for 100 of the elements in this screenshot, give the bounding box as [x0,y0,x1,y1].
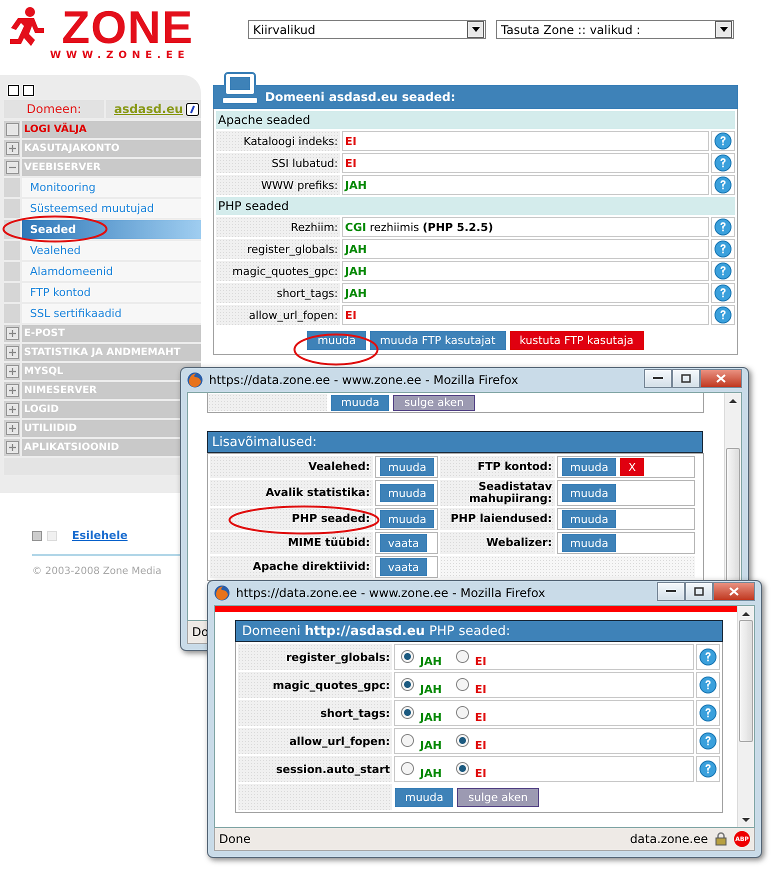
action-button[interactable]: muuda [380,458,434,476]
help-icon[interactable] [699,676,717,694]
scrollbar-thumb[interactable] [739,620,753,742]
action-button[interactable]: sulge aken [393,394,475,410]
copyright-text: © 2003-2008 Zone Media [32,566,163,577]
maximize-panel-icon[interactable] [23,85,34,96]
radio-button[interactable] [456,734,469,746]
home-link[interactable]: Esilehele [72,529,128,542]
expand-icon[interactable] [6,422,18,435]
help-icon[interactable] [714,154,732,172]
action-button[interactable]: muuda [562,510,616,528]
expand-icon[interactable] [6,346,18,359]
radio-label: JAH [420,766,442,780]
domain-link[interactable]: asdasd.eu [114,102,183,116]
action-button[interactable]: muuda [380,510,434,528]
square-icon [32,530,42,540]
maximize-button[interactable] [685,582,713,600]
option-label: FTP kontod: [440,456,555,478]
close-button[interactable] [713,582,755,600]
radio-button[interactable] [401,650,414,662]
sidebar-item[interactable]: Alamdomeenid [22,262,201,281]
expand-icon[interactable] [6,365,18,378]
expand-icon[interactable] [6,327,18,340]
action-button[interactable]: muuda [395,788,454,806]
setting-value: EI [342,153,709,173]
action-button[interactable]: muuda [562,458,616,476]
radio-label: EI [474,710,486,724]
setting-label: WWW prefiks: [216,175,340,195]
dropdown-arrow-icon [472,27,480,32]
expand-icon[interactable] [6,403,18,416]
radio-label: JAH [420,654,442,668]
setting-label: magic_quotes_gpc: [216,261,340,281]
action-button[interactable]: muuda [380,484,434,502]
square-icon [47,530,57,540]
section-title: Domeeni http://asdasd.eu PHP seaded: [242,624,510,638]
close-icon [716,374,726,382]
action-button[interactable]: muuda FTP kasutajat [370,331,506,350]
maximize-button[interactable] [672,368,700,388]
radio-button[interactable] [401,678,414,690]
help-icon[interactable] [699,760,717,778]
help-icon[interactable] [699,704,717,722]
edit-icon[interactable] [186,102,199,116]
radio-button[interactable] [401,734,414,746]
radio-button[interactable] [401,762,414,774]
setting-value: CGI rezhiimis (PHP 5.2.5) [342,217,709,237]
setting-value: EI [342,131,709,151]
help-icon[interactable] [714,262,732,280]
help-icon[interactable] [699,732,717,750]
collapse-icon[interactable] [6,161,18,174]
expand-icon[interactable] [6,441,18,454]
setting-value: EI [342,305,709,325]
window-title: https://data.zone.ee - www.zone.ee - Mozilla Firefox [236,586,546,600]
radio-label: JAH [420,738,442,752]
radio-button[interactable] [456,706,469,718]
section-title: Domeeni asdasd.eu seaded: [265,90,456,104]
radio-label: JAH [420,682,442,696]
sidebar-item[interactable]: Seaded [22,220,201,239]
help-icon[interactable] [714,132,732,150]
minimize-button[interactable] [644,368,672,388]
action-button[interactable]: muuda [562,484,616,502]
radio-button[interactable] [401,706,414,718]
radio-button[interactable] [456,678,469,690]
option-label: PHP seaded: [210,508,373,530]
close-button[interactable] [700,368,742,388]
help-icon[interactable] [714,176,732,194]
help-icon[interactable] [699,648,717,666]
logo-url: WWW.ZONE.EE [50,50,190,61]
setting-label: short_tags: [238,700,392,726]
action-button[interactable]: X [620,458,644,476]
help-icon[interactable] [714,306,732,324]
help-icon[interactable] [714,284,732,302]
expand-icon[interactable] [6,384,18,397]
action-button[interactable]: muuda [562,534,616,552]
action-button[interactable]: muuda [331,394,390,410]
help-icon[interactable] [714,240,732,258]
minimize-icon [666,589,676,593]
action-button[interactable]: sulge aken [457,788,539,806]
action-button[interactable]: kustuta FTP kasutaja [510,331,644,350]
sidebar-item[interactable]: SSL sertifikaadid [22,304,201,323]
radio-label: EI [474,654,486,668]
sidebar-item[interactable]: Monitooring [22,178,201,197]
radio-button[interactable] [456,650,469,662]
sidebar-item[interactable]: Vealehed [22,241,201,260]
dropdown[interactable]: Tasuta Zone :: valikud : [496,20,734,39]
radio-button[interactable] [456,762,469,774]
sidebar-item[interactable]: Süsteemsed muutujad [22,199,201,218]
sidebar-item[interactable]: FTP kontod [22,283,201,302]
radio-label: EI [474,738,486,752]
maximize-icon [681,374,691,382]
setting-value: JAH [342,261,709,281]
setting-label: allow_url_fopen: [238,728,392,754]
help-icon[interactable] [714,218,732,236]
action-button[interactable]: vaata [380,534,428,552]
expand-icon[interactable] [6,142,18,155]
option-label: MIME tüübid: [210,532,373,554]
dropdown[interactable]: Kiirvalikud [248,20,486,39]
sidebar-section[interactable]: LOGI VÄLJA [22,121,201,138]
action-button[interactable]: vaata [380,558,428,576]
minimize-button[interactable] [657,582,685,600]
minimize-panel-icon[interactable] [8,85,19,96]
